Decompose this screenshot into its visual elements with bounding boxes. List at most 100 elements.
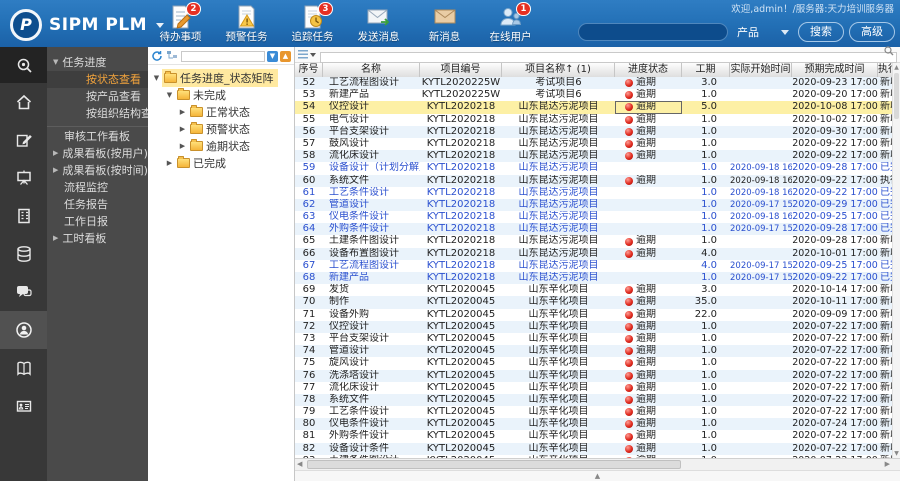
table-row[interactable]: 56 平台支架设计 KYTL2020218 山东昆达污泥项目 逾期 1.0 2020-09-… [295, 125, 892, 138]
refresh-icon[interactable] [151, 50, 163, 62]
table-row[interactable]: 57 鼓风设计 KYTL2020218 山东昆达污泥项目 逾期 1.0 2020-09-22… [295, 138, 892, 150]
vertical-scrollbar[interactable]: ▲ ▼ [892, 63, 900, 458]
column-header[interactable]: 工期 [682, 63, 730, 77]
sidebar-item[interactable]: ▶ 成果看板(按时间) [47, 162, 148, 179]
table-row[interactable]: 60 系统文件 KYTL2020218 山东昆达污泥项目 逾期 1.0 2020-09-18… [295, 174, 892, 187]
tree-node[interactable]: ▶ 预警状态 [148, 120, 294, 137]
table-row[interactable]: 52 工艺流程图设计 KYTL2020225W 考试项目6 逾期 3.0 2020-09-2… [295, 77, 892, 90]
knowledge-book-nav-button[interactable] [0, 349, 47, 387]
sidebar-item[interactable]: 任务报告 [47, 196, 148, 213]
column-header[interactable]: 实际开始时间 [730, 63, 792, 77]
table-row[interactable]: 62 管道设计 KYTL2020218 山东昆达污泥项目 1.0 2020-09-17 1… [295, 198, 892, 212]
warning-tasks-button[interactable]: 预警任务 [218, 4, 275, 44]
table-filter-input[interactable] [320, 52, 897, 63]
table-row[interactable]: 74 管道设计 KYTL2020045 山东辛化项目 逾期 1.0 2020-07-22 1… [295, 345, 892, 358]
send-message-button[interactable]: 发送消息 [350, 4, 407, 44]
search-category-dropdown[interactable]: 产品 [733, 24, 793, 40]
chevron-right-icon[interactable]: ▶ [177, 108, 188, 116]
horizontal-scrollbar-thumb[interactable] [307, 460, 681, 469]
sidebar-item[interactable]: 流程监控 [47, 179, 148, 196]
table-row[interactable]: 75 旋风设计 KYTL2020045 山东辛化项目 逾期 1.0 2020-07-22 1… [295, 357, 892, 369]
contact-card-nav-button[interactable] [0, 387, 47, 425]
table-row[interactable]: 68 新建产品 KYTL2020218 山东昆达污泥项目 1.0 2020-09-17 1… [295, 272, 892, 285]
bottom-panel-collapse-handle[interactable]: ▲ [295, 470, 900, 481]
chevron-right-icon[interactable]: ▶ [164, 159, 175, 167]
table-row[interactable]: 59 设备设计（计划分解） KYTL2020218 山东昆达污泥项目 1.0 2020-0… [295, 162, 892, 174]
search-button[interactable]: 搜索 [798, 22, 844, 42]
user-center-nav-button[interactable] [0, 311, 47, 349]
table-row[interactable]: 65 土建条件图设计 KYTL2020218 山东昆达污泥项目 逾期 1.0 2020-09… [295, 235, 892, 247]
sidebar-item[interactable]: 按产品查看 [47, 88, 148, 105]
tree-structure-icon[interactable] [166, 50, 178, 62]
table-row[interactable]: 66 设备布置图设计 KYTL2020218 山东昆达污泥项目 逾期 4.0 2020-10… [295, 247, 892, 260]
table-row[interactable]: 76 洗涤塔设计 KYTL2020045 山东辛化项目 逾期 1.0 2020-07-22 … [295, 369, 892, 382]
vertical-scrollbar-thumb[interactable] [894, 73, 899, 119]
home-nav-button[interactable] [0, 83, 47, 121]
table-row[interactable]: 71 设备外购 KYTL2020045 山东辛化项目 逾期 22.0 2020-09-09 … [295, 309, 892, 321]
track-tasks-button[interactable]: 3 追踪任务 [284, 2, 341, 44]
column-settings-button[interactable] [298, 50, 316, 59]
sidebar-item[interactable]: 审核工作看板 [47, 126, 148, 145]
table-row[interactable]: 82 设备设计条件 KYTL2020045 山东辛化项目 逾期 1.0 2020-07-22… [295, 442, 892, 455]
table-row[interactable]: 77 流化床设计 KYTL2020045 山东辛化项目 逾期 1.0 2020-07-22 … [295, 382, 892, 394]
sidebar-item[interactable]: ▼ 任务进度 [47, 54, 148, 71]
tree-node[interactable]: ▼ 任务进度_状态矩阵 [148, 68, 294, 87]
org-building-nav-button[interactable] [0, 197, 47, 235]
table-row[interactable]: 81 外购条件设计 KYTL2020045 山东辛化项目 逾期 1.0 2020-07-22… [295, 430, 892, 442]
sidebar-item[interactable]: 按组织结构查看 [47, 105, 148, 122]
tree-node[interactable]: ▶ 正常状态 [148, 103, 294, 120]
scroll-down-arrow-icon[interactable]: ▼ [893, 450, 900, 457]
table-row[interactable]: 54 仪控设计 KYTL2020218 山东昆达污泥项目 逾期 5.0 2020-10-08… [295, 101, 892, 114]
tree-node[interactable]: ▶ 逾期状态 [148, 137, 294, 154]
column-header[interactable]: 序号 [295, 63, 323, 77]
horizontal-scrollbar[interactable]: ◀ ▶ [295, 458, 900, 470]
table-row[interactable]: 63 仪电条件设计 KYTL2020218 山东昆达污泥项目 1.0 2020-09-18… [295, 211, 892, 223]
column-header[interactable]: 进度状态 [615, 63, 682, 77]
column-header[interactable]: 预期完成时间 [792, 63, 878, 77]
chevron-right-icon[interactable]: ▶ [177, 142, 188, 150]
table-row[interactable]: 72 仪控设计 KYTL2020045 山东辛化项目 逾期 1.0 2020-07-22 1… [295, 320, 892, 333]
search-icon[interactable] [884, 46, 894, 56]
scroll-left-arrow-icon[interactable]: ◀ [297, 459, 302, 470]
table-row[interactable]: 61 工艺条件设计 KYTL2020218 山东昆达污泥项目 1.0 2020-09-18… [295, 187, 892, 199]
find-prev-button[interactable]: ▲ [280, 50, 291, 62]
table-row[interactable]: 53 新建产品 KYTL2020225W 考试项目6 逾期 1.0 2020-09-20 1… [295, 89, 892, 101]
messages-nav-button[interactable] [0, 273, 47, 311]
find-next-button[interactable]: ▼ [267, 50, 278, 62]
sidebar-item[interactable]: 按状态查看 [47, 71, 148, 88]
column-header[interactable]: 项目编号 [420, 63, 502, 77]
sidebar-item[interactable]: ▶ 成果看板(按用户) [47, 145, 148, 162]
online-users-button[interactable]: 1 在线用户 [482, 2, 539, 44]
chevron-down-icon[interactable]: ▼ [164, 91, 175, 99]
table-row[interactable]: 55 电气设计 KYTL2020218 山东昆达污泥项目 逾期 1.0 2020-10-02… [295, 114, 892, 126]
table-row[interactable]: 80 仪电条件设计 KYTL2020045 山东辛化项目 逾期 1.0 2020-07-24… [295, 418, 892, 431]
scroll-up-arrow-icon[interactable]: ▲ [893, 64, 900, 71]
table-row[interactable]: 58 流化床设计 KYTL2020218 山东昆达污泥项目 逾期 1.0 2020-09-2… [295, 150, 892, 163]
tree-node[interactable]: ▼ 未完成 [148, 86, 294, 103]
board-nav-button[interactable] [0, 159, 47, 197]
table-row[interactable]: 79 工艺条件设计 KYTL2020045 山东辛化项目 逾期 1.0 2020-07-22… [295, 406, 892, 418]
todo-tasks-button[interactable]: 2 待办事项 [152, 2, 209, 44]
table-row[interactable]: 67 工艺流程图设计 KYTL2020218 山东昆达污泥项目 4.0 2020-09-1… [295, 260, 892, 272]
database-nav-button[interactable] [0, 235, 47, 273]
chevron-right-icon[interactable]: ▶ [177, 125, 188, 133]
column-header[interactable]: 执行 [878, 63, 892, 77]
scroll-right-arrow-icon[interactable]: ▶ [885, 459, 890, 470]
app-logo[interactable]: P SIPM PLM [10, 9, 165, 41]
advanced-search-button[interactable]: 高级 [849, 22, 895, 42]
table-row[interactable]: 69 发货 KYTL2020045 山东辛化项目 逾期 3.0 2020-10-14 17:… [295, 284, 892, 296]
table-row[interactable]: 70 制作 KYTL2020045 山东辛化项目 逾期 35.0 2020-10-11 17… [295, 296, 892, 309]
chevron-down-icon[interactable]: ▼ [151, 74, 162, 82]
column-header[interactable]: 项目名称↑ (1) [502, 63, 615, 77]
compose-nav-button[interactable] [0, 121, 47, 159]
sidebar-item[interactable]: 工作日报 [47, 213, 148, 230]
tree-search-input[interactable] [181, 50, 265, 62]
table-row[interactable]: 73 平台支架设计 KYTL2020045 山东辛化项目 逾期 1.0 2020-07-22… [295, 333, 892, 345]
column-header[interactable]: 名称 [323, 63, 420, 77]
quick-search-nav-button[interactable] [0, 47, 47, 83]
table-row[interactable]: 64 外购条件设计 KYTL2020218 山东昆达污泥项目 1.0 2020-09-17… [295, 223, 892, 236]
sidebar-item[interactable]: ▶ 工时看板 [47, 230, 148, 247]
new-message-button[interactable]: 新消息 [416, 4, 473, 44]
global-search-input[interactable] [578, 23, 728, 41]
tree-node[interactable]: ▶ 已完成 [148, 154, 294, 171]
